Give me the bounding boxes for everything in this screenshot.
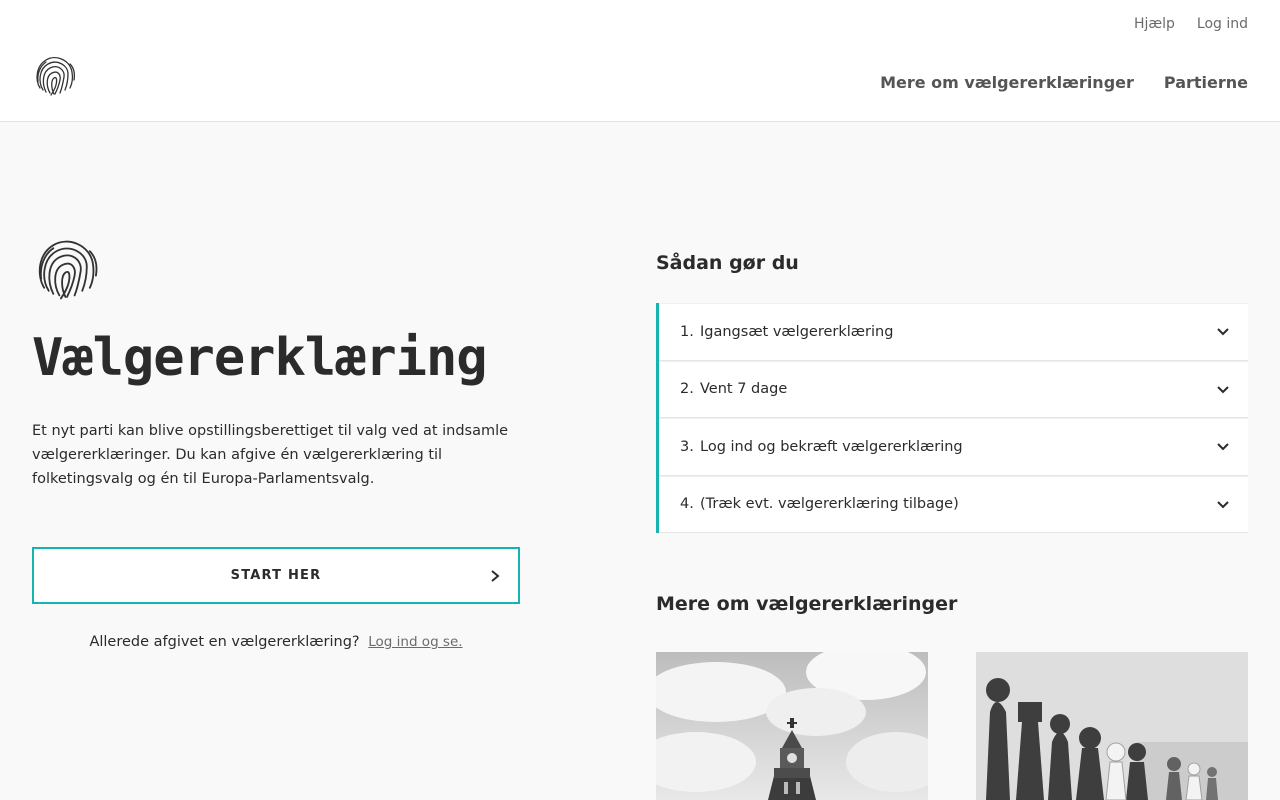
chevron-down-icon: [1217, 500, 1229, 508]
help-link[interactable]: Hjælp: [1134, 16, 1175, 32]
step-label: (Træk evt. vælgererklæring tilbage): [700, 496, 959, 513]
step-number: 4.: [680, 496, 694, 513]
main-nav: Mere om vælgererklæringer Partierne: [880, 73, 1248, 92]
fingerprint-icon: [38, 240, 98, 300]
accordion-item-1[interactable]: 1. Igangsæt vælgererklæring: [659, 303, 1248, 361]
steps-title: Sådan gør du: [656, 252, 799, 274]
step-number: 3.: [680, 438, 694, 455]
intro-text: Et nyt parti kan blive opstillingsberett…: [32, 423, 509, 487]
step-label: Igangsæt vælgererklæring: [700, 323, 894, 340]
start-button[interactable]: START HER: [32, 547, 520, 604]
already-submitted: Allerede afgivet en vælgererklæring? Log…: [32, 634, 520, 650]
nav-more-link[interactable]: Mere om vælgererklæringer: [880, 73, 1134, 92]
step-number: 2.: [680, 381, 694, 398]
accordion-item-4[interactable]: 4. (Træk evt. vælgererklæring tilbage): [659, 475, 1248, 533]
accordion-item-2[interactable]: 2. Vent 7 dage: [659, 360, 1248, 418]
already-text: Allerede afgivet en vælgererklæring?: [89, 634, 360, 650]
building-tower-image[interactable]: [656, 652, 928, 800]
more-title: Mere om vælgererklæringer: [656, 593, 958, 615]
nav-parties-link[interactable]: Partierne: [1164, 73, 1248, 92]
fingerprint-logo-icon[interactable]: [32, 52, 78, 98]
start-button-label: START HER: [230, 568, 322, 583]
step-label: Log ind og bekræft vælgererklæring: [700, 438, 963, 455]
chevron-right-icon: [491, 570, 500, 582]
chess-pieces-image[interactable]: [976, 652, 1248, 800]
page-title: Vælgererklæring: [32, 328, 488, 388]
utility-nav: Hjælp Log ind: [1134, 16, 1248, 32]
login-and-see-link[interactable]: Log ind og se.: [368, 634, 462, 650]
steps-accordion: 1. Igangsæt vælgererklæring 2. Vent 7 da…: [656, 303, 1248, 533]
chevron-down-icon: [1217, 328, 1229, 336]
step-number: 1.: [680, 323, 694, 340]
step-label: Vent 7 dage: [700, 381, 788, 398]
chevron-down-icon: [1217, 443, 1229, 451]
chevron-down-icon: [1217, 385, 1229, 393]
login-link[interactable]: Log ind: [1197, 16, 1248, 32]
site-header: Hjælp Log ind Mere om vælgererklæringer …: [0, 0, 1280, 122]
accordion-item-3[interactable]: 3. Log ind og bekræft vælgererklæring: [659, 418, 1248, 476]
